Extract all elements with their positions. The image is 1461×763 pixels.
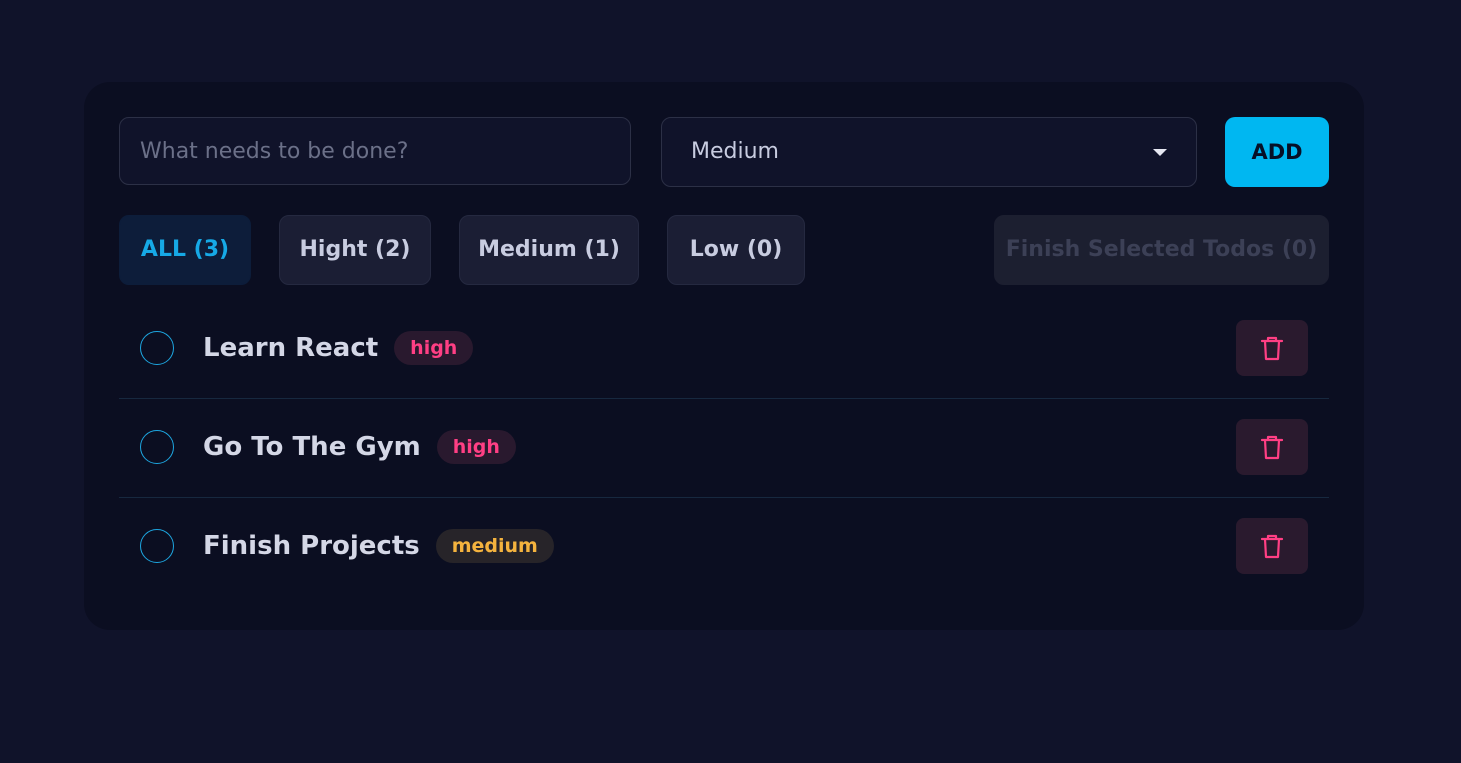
priority-badge: medium <box>435 529 554 563</box>
filter-medium[interactable]: Medium (1) <box>459 215 639 285</box>
todo-title: Go To The Gym <box>203 432 421 462</box>
trash-icon <box>1260 336 1284 361</box>
caret-down-icon <box>1153 149 1167 156</box>
filter-all[interactable]: ALL (3) <box>119 215 251 285</box>
todo-title: Finish Projects <box>203 531 420 561</box>
todo-checkbox[interactable] <box>140 529 174 563</box>
priority-select-value: Medium <box>691 139 779 164</box>
todo-checkbox[interactable] <box>140 331 174 365</box>
delete-button[interactable] <box>1236 320 1308 376</box>
todo-input[interactable] <box>119 117 631 185</box>
todo-card: Medium ADD ALL (3) Hight (2) Medium (1) … <box>84 82 1364 630</box>
todo-item: Go To The Gym high <box>119 399 1329 498</box>
priority-badge: high <box>394 331 474 365</box>
filter-bar: ALL (3) Hight (2) Medium (1) Low (0) Fin… <box>119 215 1329 285</box>
delete-button[interactable] <box>1236 518 1308 574</box>
todo-title-group: Finish Projects medium <box>203 528 554 564</box>
trash-icon <box>1260 534 1284 559</box>
priority-badge: high <box>436 430 516 464</box>
add-button[interactable]: ADD <box>1225 117 1329 187</box>
priority-select[interactable]: Medium <box>661 117 1197 187</box>
finish-selected-button[interactable]: Finish Selected Todos (0) <box>994 215 1329 285</box>
todo-item: Learn React high <box>119 300 1329 399</box>
todo-title-group: Go To The Gym high <box>203 429 516 465</box>
todo-title: Learn React <box>203 333 379 363</box>
todo-title-group: Learn React high <box>203 330 474 366</box>
filter-low[interactable]: Low (0) <box>667 215 805 285</box>
todo-list: Learn React high Go To The Gym high Fini… <box>119 300 1329 596</box>
filter-high[interactable]: Hight (2) <box>279 215 431 285</box>
delete-button[interactable] <box>1236 419 1308 475</box>
todo-checkbox[interactable] <box>140 430 174 464</box>
todo-item: Finish Projects medium <box>119 498 1329 596</box>
trash-icon <box>1260 435 1284 460</box>
add-todo-form: Medium ADD <box>119 117 1329 187</box>
